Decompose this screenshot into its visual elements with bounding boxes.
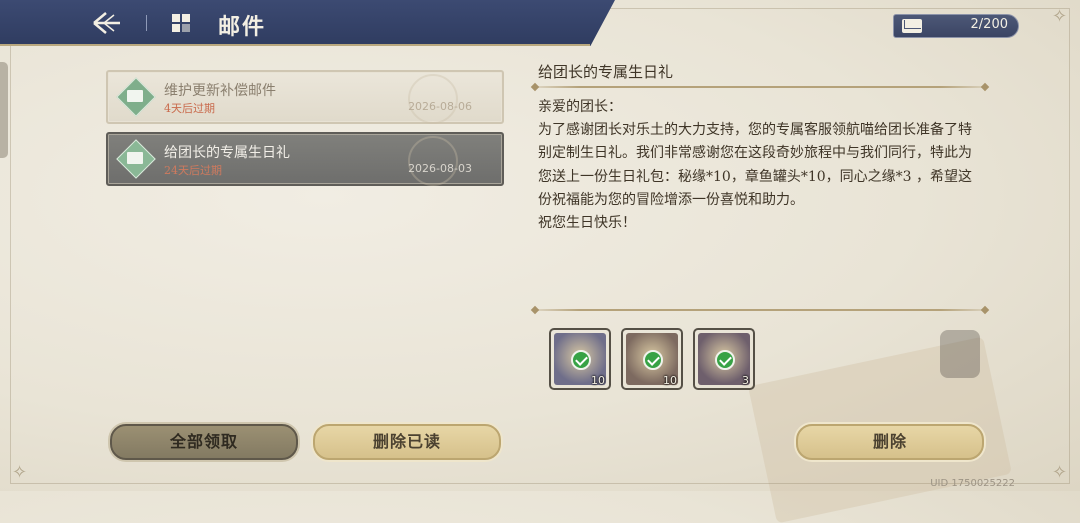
watermark-emblem-icon xyxy=(408,136,458,186)
mail-count-badge: 2/200 xyxy=(893,14,1019,38)
header-separator xyxy=(146,15,147,31)
mail-title: 维护更新补偿邮件 xyxy=(164,83,276,99)
mail-list-item-selected[interactable]: 给团长的专属生日礼 24天后过期 2026-08-03 xyxy=(106,132,504,186)
claimed-check-icon xyxy=(571,350,591,370)
envelope-icon xyxy=(127,90,143,102)
back-arrow-icon xyxy=(93,12,120,34)
mail-date: 2026-08-06 xyxy=(408,100,472,113)
mail-menu-icon xyxy=(170,12,192,34)
watermark-emblem-icon xyxy=(408,74,458,124)
mail-closing: 祝您生日快乐！ xyxy=(538,215,636,232)
corner-ornament-icon: ✧ xyxy=(1052,462,1068,483)
page-title: 邮件 xyxy=(218,14,267,40)
mail-title: 给团长的专属生日礼 xyxy=(164,145,290,161)
divider xyxy=(534,86,986,88)
reward-count: 3 xyxy=(742,374,749,387)
claimed-check-icon xyxy=(715,350,735,370)
mail-detail-title: 给团长的专属生日礼 xyxy=(538,63,674,81)
corner-ornament-icon: ✧ xyxy=(12,462,28,483)
mail-date: 2026-08-03 xyxy=(408,162,472,175)
mail-detail-body: 亲爱的团长： 为了感谢团长对乐土的大力支持，您的专属客服领航喵给团长准备了特别定… xyxy=(538,96,983,235)
envelope-icon xyxy=(127,152,143,164)
reward-item[interactable]: 10 xyxy=(549,328,611,390)
mail-expire: 24天后过期 xyxy=(164,164,222,177)
reward-count: 10 xyxy=(663,374,677,387)
reward-item[interactable]: 3 xyxy=(693,328,755,390)
header-border xyxy=(0,44,590,46)
mail-count-text: 2/200 xyxy=(970,17,1008,32)
delete-read-button[interactable]: 删除已读 xyxy=(313,424,501,460)
side-drawer-handle[interactable] xyxy=(0,62,8,158)
claimed-check-icon xyxy=(643,350,663,370)
reward-item[interactable]: 10 xyxy=(621,328,683,390)
reward-count: 10 xyxy=(591,374,605,387)
mail-list-item[interactable]: 维护更新补偿邮件 4天后过期 2026-08-06 xyxy=(106,70,504,124)
claim-all-button[interactable]: 全部领取 xyxy=(110,424,298,460)
envelope-icon xyxy=(902,19,922,33)
user-id: UID 1750025222 xyxy=(930,478,1015,489)
divider xyxy=(534,309,986,311)
back-button[interactable] xyxy=(90,8,124,38)
mail-content: 为了感谢团长对乐土的大力支持，您的专属客服领航喵给团长准备了特别定制生日礼。我们… xyxy=(538,122,972,208)
delete-button[interactable]: 删除 xyxy=(796,424,984,460)
mail-greeting: 亲爱的团长： xyxy=(538,99,622,115)
mail-expire: 4天后过期 xyxy=(164,102,215,115)
corner-ornament-icon: ✧ xyxy=(1052,6,1068,27)
